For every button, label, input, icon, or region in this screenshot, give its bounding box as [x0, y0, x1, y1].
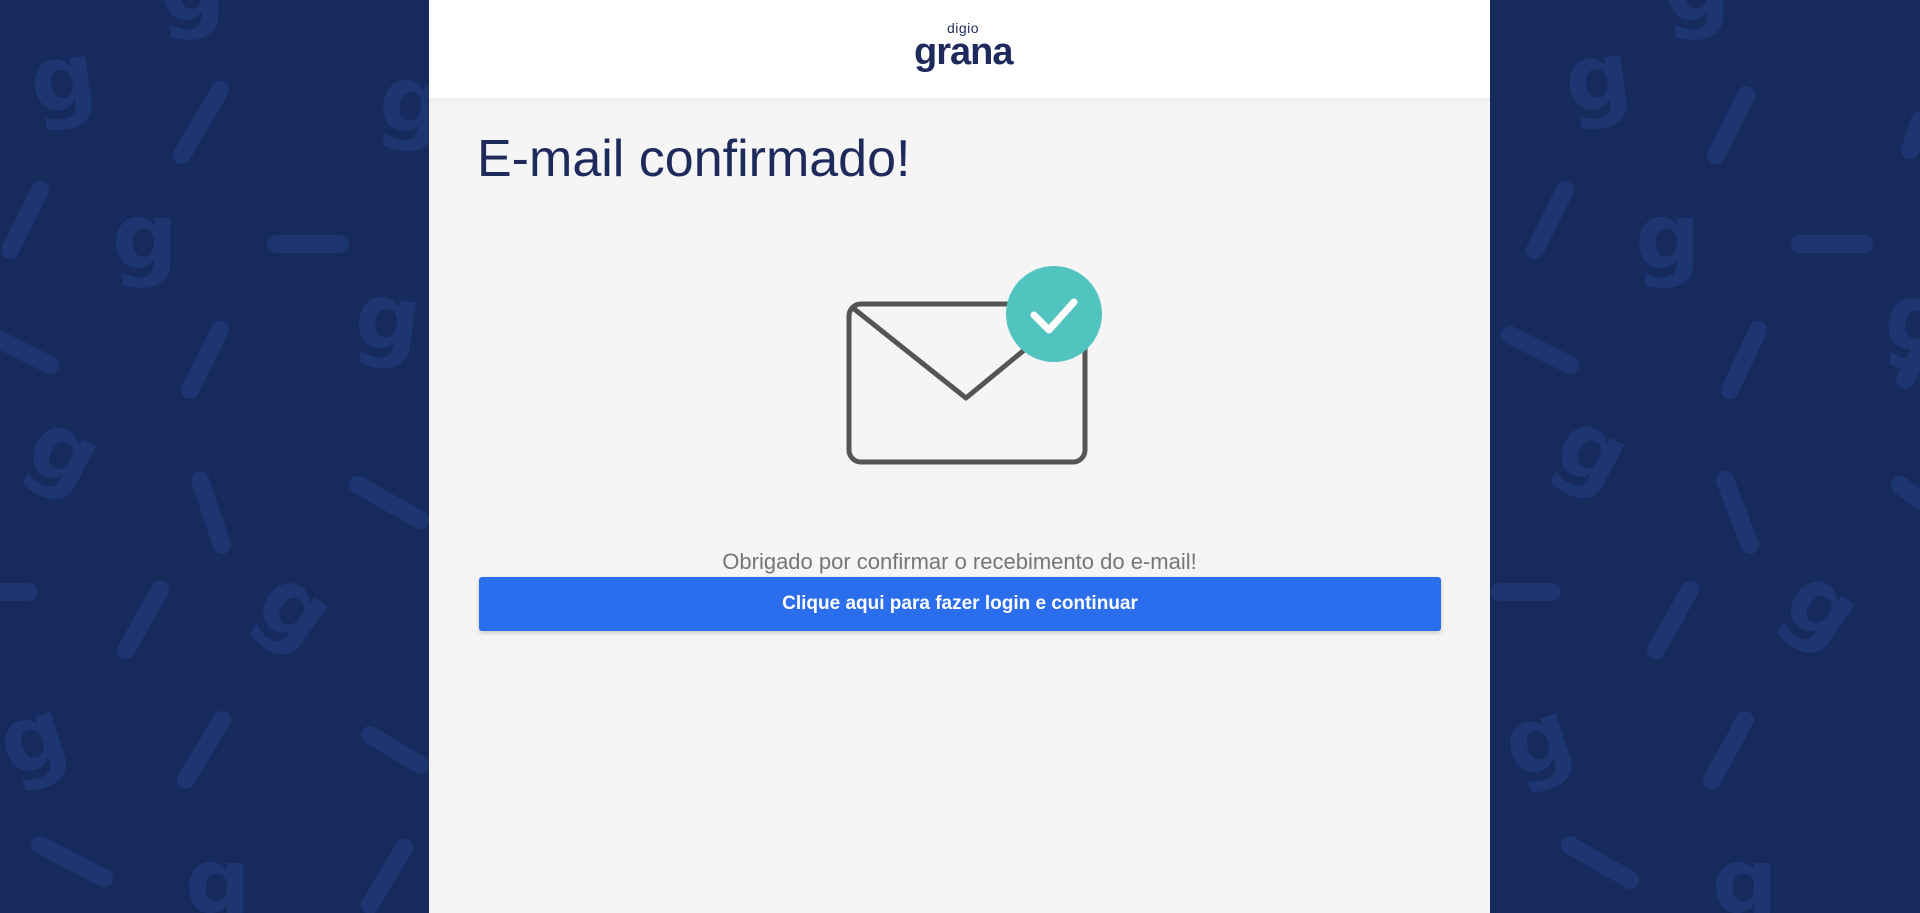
svg-text:g: g — [1712, 828, 1778, 913]
svg-text:g: g — [185, 828, 251, 913]
svg-text:g: g — [1539, 387, 1647, 512]
svg-text:g: g — [23, 21, 103, 136]
svg-text:g: g — [348, 260, 428, 375]
confirmation-panel: digio grana E-mail confirmado! Obrigado … — [429, 0, 1490, 913]
svg-text:g: g — [1665, 0, 1731, 42]
svg-text:g: g — [160, 0, 226, 42]
confirmation-message: Obrigado por confirmar o recebimento do … — [722, 549, 1197, 574]
svg-text:g: g — [11, 388, 119, 513]
login-continue-button[interactable]: Clique aqui para fazer login e continuar — [479, 577, 1441, 631]
check-circle-icon — [1006, 266, 1102, 362]
svg-text:g: g — [1766, 543, 1881, 668]
svg-text:g: g — [0, 677, 80, 799]
page-header: digio grana — [429, 0, 1490, 98]
svg-text:g: g — [1490, 678, 1586, 800]
svg-text:g: g — [112, 183, 178, 290]
email-confirmed-illustration — [815, 262, 1105, 472]
logo-big-text: grana — [914, 31, 1013, 73]
svg-text:g: g — [1558, 20, 1638, 135]
svg-text:g: g — [1878, 261, 1920, 376]
digio-grana-logo[interactable]: digio grana — [914, 20, 1013, 76]
envelope-icon — [846, 266, 1102, 465]
page-title: E-mail confirmado! — [477, 130, 911, 188]
svg-text:g: g — [238, 545, 353, 670]
svg-text:g: g — [1635, 183, 1701, 290]
